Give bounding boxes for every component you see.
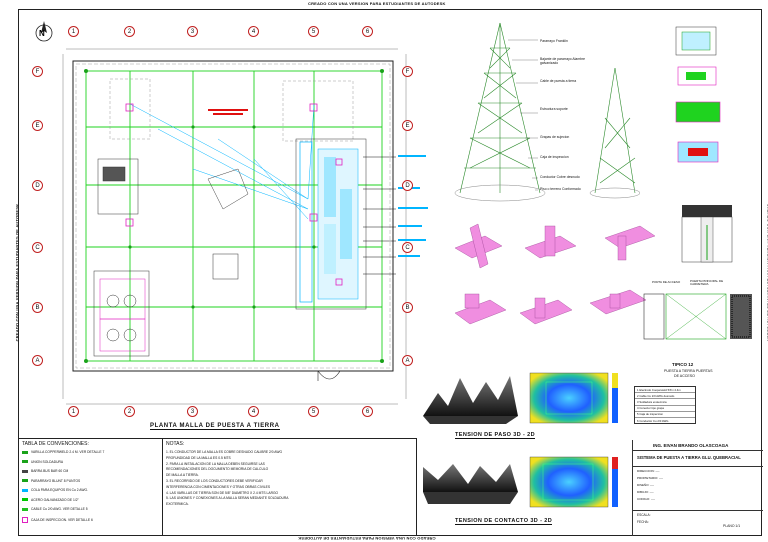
grid-col-top-6: 6 xyxy=(362,26,373,37)
grid-row-right-D: D xyxy=(402,180,413,191)
grid-row-right-B: B xyxy=(402,302,413,313)
note-line: INTERFERENCIA CON CIMENTACIONES Y OTRAS … xyxy=(166,484,271,489)
legend-swatch xyxy=(22,516,28,523)
legend-swatch xyxy=(22,469,28,473)
legend-swatch xyxy=(22,507,28,511)
legend-swatch xyxy=(22,479,28,482)
title-block-row: PROPIETARIO: ---- xyxy=(637,476,663,480)
detail-12-right-tag: PUERTA PRINCIPAL DE CARRETERA xyxy=(690,279,724,287)
legend-text: ACERO GALVANIZADO DE 1/2" xyxy=(31,497,79,502)
detail-12-sub2: DE ACCESO xyxy=(674,374,695,378)
note-line: PROFUNDIDAD DE LA MALLA ES 0.5 MTS xyxy=(166,455,231,460)
material-row: 6 Conductor Cu 2/0 AWG xyxy=(635,416,695,423)
grid-row-right-E: E xyxy=(402,120,413,131)
tower-callout: Bajante de pararrayo Alambre galvanizado xyxy=(540,57,586,65)
grid-row-left-E: E xyxy=(32,120,43,131)
note-line: 1. EL CONDUCTOR DE LA MALLA ES COBRE DES… xyxy=(166,450,283,454)
plan-title: PLANTA MALLA DE PUESTA A TIERRA xyxy=(150,423,280,430)
tower-callout: Cable de puesta a tierra xyxy=(540,79,577,83)
legend-text: COLA PARA EQUIPOS EN Cu 2 AWG. xyxy=(31,488,88,492)
legend-swatch xyxy=(22,498,28,501)
tower-callout: Piso o terreno Conformado xyxy=(540,187,581,191)
title-block: ING. EIVAN BRANDO OLASCOAGA SISTEMA DE P… xyxy=(632,440,763,536)
grid-col-top-2: 2 xyxy=(124,26,135,37)
grid-col-bottom-5: 5 xyxy=(308,406,319,417)
legend-swatch xyxy=(22,450,28,454)
legend-item: CABLE Cu 2/0 AWG. VER DETALLE 5 xyxy=(22,507,88,511)
title-block-row: CODIGO: ---- xyxy=(637,497,655,501)
ground-section xyxy=(681,205,733,263)
legend-text: PARARRAYO BLUNT 8 PUNTOS xyxy=(31,478,81,483)
legend-text: CAJA DE INSPECCION. VER DETALLE 6 xyxy=(31,517,93,522)
detail-12-label: TIPICO 12 xyxy=(672,362,694,367)
legend-item: PARARRAYO BLUNT 8 PUNTOS xyxy=(22,479,80,483)
door-grounding-detail xyxy=(643,293,752,340)
title-block-row: DISEÑO: ---- xyxy=(637,483,655,487)
note-line: 2. PARA LA INSTALACION DE LA MALLA DEBEN… xyxy=(166,461,265,466)
engineer-name: ING. EIVAN BRANDO OLASCOAGA xyxy=(653,443,729,448)
grid-col-top-4: 4 xyxy=(248,26,259,37)
note-line: 4. LAS VARILLAS DE TIERRA SON DE 5/8" DI… xyxy=(166,490,279,495)
tower-callout: Caja de inspeccion xyxy=(540,155,569,159)
grid-row-left-C: C xyxy=(32,242,43,253)
project-name: SISTEMA DE PUESTA A TIERRA GLU. QUEBRACI… xyxy=(637,455,741,460)
grid-row-right-C: C xyxy=(402,242,413,253)
detail-12-sub1: PUESTA A TIERRA PUERTAS xyxy=(664,369,713,373)
grid-row-left-A: A xyxy=(32,355,43,366)
connection-details xyxy=(675,26,721,163)
legend-item: ACERO GALVANIZADO DE 1/2" xyxy=(22,498,79,502)
grid-col-bottom-6: 6 xyxy=(362,406,373,417)
note-line: DE MALLA A TIERRA. xyxy=(166,473,199,478)
grid-col-top-1: 1 xyxy=(68,26,79,37)
legend-swatch xyxy=(22,488,28,492)
grid-row-right-A: A xyxy=(402,355,413,366)
legend-text: UNION SOLDADURA xyxy=(31,459,64,464)
legend-item: VARILLA COPPERWELD 2.4 M. VER DETALLE 7 xyxy=(22,450,104,454)
tower-callout: Estructura soporte xyxy=(540,107,568,111)
legend-item: UNION SOLDADURA xyxy=(22,460,63,464)
material-table: 1 Electrodo Cooperweld 5/8 x 2.4m 2 Cable… xyxy=(634,386,696,425)
grid-row-left-F: F xyxy=(32,66,43,77)
legend-item: COLA PARA EQUIPOS EN Cu 2 AWG. xyxy=(22,488,88,492)
grid-col-top-5: 5 xyxy=(308,26,319,37)
notes-title: NOTAS: xyxy=(166,441,185,447)
grid-row-left-D: D xyxy=(32,180,43,191)
grid-col-bottom-3: 3 xyxy=(187,406,198,417)
step-voltage-label: TENSION DE PASO 3D - 2D xyxy=(455,432,535,439)
legend-text: CABLE Cu 2/0 AWG. VER DETALLE 5 xyxy=(31,507,88,511)
tower-callout: Grapas de sujecion xyxy=(540,135,570,139)
tower-callout: Conductor Cobre desnudo xyxy=(540,175,580,179)
note-line: EXOTERMICA. xyxy=(166,502,189,507)
tower-callout: Pararrayo Franklin xyxy=(540,39,568,43)
note-line: RECOMENDACIONES DEL DOCUMENTO MEMORIA DE… xyxy=(166,467,269,472)
title-block-row: DIBUJO: ---- xyxy=(637,490,654,494)
note-line: 5. LAS UNIONES Y CONEXIONES A LA MALLA S… xyxy=(166,496,289,501)
contact-voltage-plots xyxy=(423,456,618,508)
grid-col-bottom-1: 1 xyxy=(68,406,79,417)
grid-col-top-3: 3 xyxy=(187,26,198,37)
contact-voltage-label: TENSION DE CONTACTO 3D - 2D xyxy=(455,518,553,525)
north-label: N xyxy=(39,29,45,38)
note-line: 3. EL RECORRIDO DE LOS CONDUCTORES DEBE … xyxy=(166,479,263,483)
edu-notice-top: CREADO CON UNA VERSION PARA ESTUDIANTES … xyxy=(308,1,446,6)
legend-title: TABLA DE CONVENCIONES: xyxy=(22,441,89,447)
detail-12-left-tag: PORTA DE ACCESO xyxy=(652,280,681,284)
legend-text: VARILLA COPPERWELD 2.4 M. VER DETALLE 7 xyxy=(31,450,105,454)
date-label: FECHA: xyxy=(637,520,649,524)
sheet-label: PLANO 1/1 xyxy=(723,524,741,528)
grid-row-right-F: F xyxy=(402,66,413,77)
grid-row-left-B: B xyxy=(32,302,43,313)
step-voltage-plots xyxy=(423,372,618,424)
legend-swatch xyxy=(22,460,28,463)
grounding-plan: N xyxy=(35,21,428,405)
grid-col-bottom-4: 4 xyxy=(248,406,259,417)
grid-col-bottom-2: 2 xyxy=(124,406,135,417)
scale-label: ESCALA: xyxy=(637,513,651,517)
legend-item: CAJA DE INSPECCION. VER DETALLE 6 xyxy=(22,516,93,523)
edu-notice-bottom: CREADO CON UNA VERSION PARA ESTUDIANTES … xyxy=(298,536,436,541)
title-block-row: DIRECCION: ---- xyxy=(637,469,660,473)
legend-item: BARRA BUS BAR 60 CM xyxy=(22,469,68,473)
legend-text: BARRA BUS BAR 60 CM xyxy=(31,469,69,473)
